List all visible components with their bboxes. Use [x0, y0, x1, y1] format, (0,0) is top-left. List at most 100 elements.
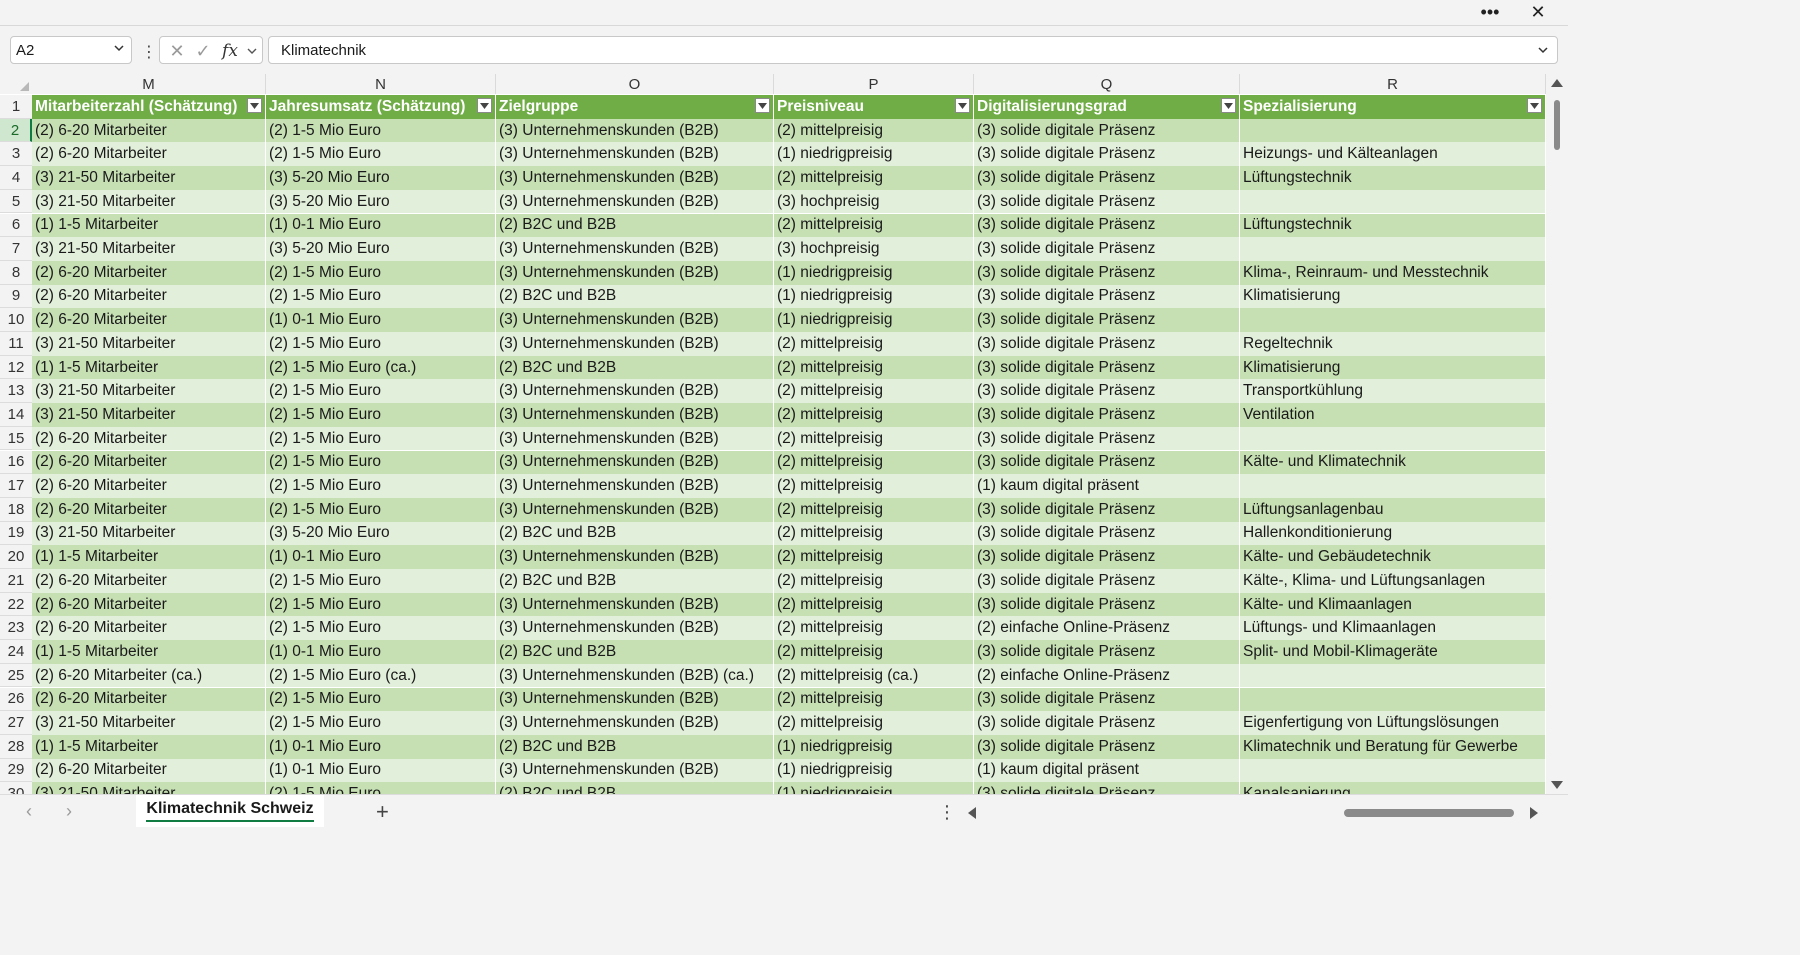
horizontal-scroll-thumb[interactable] — [1344, 809, 1514, 817]
table-cell[interactable]: (3) solide digitale Präsenz — [974, 711, 1240, 735]
row-number[interactable]: 26 — [0, 687, 32, 712]
row-number[interactable]: 7 — [0, 237, 32, 261]
table-cell[interactable]: (3) solide digitale Präsenz — [974, 450, 1240, 475]
table-cell[interactable]: (1) 0-1 Mio Euro — [266, 545, 496, 569]
filter-dropdown-icon[interactable] — [477, 98, 492, 113]
table-cell[interactable]: (2) B2C und B2B — [496, 521, 774, 546]
table-cell[interactable]: (3) Unternehmenskunden (B2B) — [496, 379, 774, 404]
table-cell[interactable]: (2) mittelpreisig — [774, 213, 974, 238]
row-number[interactable]: 23 — [0, 616, 32, 641]
table-cell[interactable]: (2) mittelpreisig — [774, 426, 974, 451]
table-cell[interactable]: (2) mittelpreisig — [774, 450, 974, 475]
row-number[interactable]: 30 — [0, 782, 32, 794]
table-cell[interactable]: (3) Unternehmenskunden (B2B) — [496, 426, 774, 451]
table-cell[interactable]: (2) 1-5 Mio Euro — [266, 332, 496, 356]
table-cell[interactable]: (2) mittelpreisig — [774, 355, 974, 380]
table-cell[interactable]: (2) mittelpreisig — [774, 640, 974, 664]
table-cell[interactable]: (3) 21-50 Mitarbeiter — [32, 237, 266, 261]
table-cell[interactable]: Kälte- und Klimaanlagen — [1240, 592, 1546, 617]
table-cell[interactable]: (2) mittelpreisig — [774, 497, 974, 522]
table-cell[interactable]: (2) mittelpreisig — [774, 166, 974, 190]
sheet-options-icon[interactable]: ⋮ — [938, 802, 956, 823]
table-cell[interactable]: (1) 0-1 Mio Euro — [266, 758, 496, 783]
filter-dropdown-icon[interactable] — [955, 98, 970, 113]
table-cell[interactable]: (2) 6-20 Mitarbeiter — [32, 118, 266, 143]
table-cell[interactable]: (2) mittelpreisig — [774, 474, 974, 498]
table-cell[interactable]: (1) kaum digital präsent — [974, 758, 1240, 783]
table-cell[interactable]: (1) 1-5 Mitarbeiter — [32, 355, 266, 380]
table-cell[interactable]: Kälte- und Klimatechnik — [1240, 450, 1546, 475]
header-cell[interactable]: Jahresumsatz (Schätzung) — [266, 95, 496, 119]
table-cell[interactable]: (3) solide digitale Präsenz — [974, 308, 1240, 332]
table-cell[interactable]: (1) 0-1 Mio Euro — [266, 308, 496, 332]
row-number[interactable]: 3 — [0, 142, 32, 167]
row-number[interactable]: 2 — [0, 118, 32, 143]
close-icon[interactable]: ✕ — [1518, 0, 1558, 24]
row-number[interactable]: 29 — [0, 758, 32, 783]
filter-dropdown-icon[interactable] — [755, 98, 770, 113]
table-cell[interactable]: (1) niedrigpreisig — [774, 284, 974, 309]
table-cell[interactable]: Kälte- und Gebäudetechnik — [1240, 545, 1546, 569]
table-cell[interactable]: (3) Unternehmenskunden (B2B) — [496, 592, 774, 617]
table-cell[interactable]: (3) Unternehmenskunden (B2B) — [496, 166, 774, 190]
row-number[interactable]: 27 — [0, 711, 32, 735]
table-cell[interactable]: (2) 1-5 Mio Euro (ca.) — [266, 355, 496, 380]
table-cell[interactable]: (2) mittelpreisig — [774, 711, 974, 735]
table-cell[interactable]: Lüftungs- und Klimaanlagen — [1240, 616, 1546, 641]
filter-dropdown-icon[interactable] — [247, 98, 262, 113]
row-number[interactable]: 20 — [0, 545, 32, 569]
table-cell[interactable]: (1) niedrigpreisig — [774, 782, 974, 794]
table-cell[interactable]: (2) 1-5 Mio Euro — [266, 474, 496, 498]
table-cell[interactable]: (3) solide digitale Präsenz — [974, 545, 1240, 569]
table-cell[interactable] — [1240, 687, 1546, 712]
scroll-down-icon[interactable] — [1551, 781, 1563, 789]
table-cell[interactable] — [1240, 663, 1546, 688]
more-options-icon[interactable]: ••• — [1470, 0, 1510, 24]
table-cell[interactable]: (3) solide digitale Präsenz — [974, 569, 1240, 593]
table-cell[interactable]: (3) solide digitale Präsenz — [974, 332, 1240, 356]
table-cell[interactable]: Heizungs- und Kälteanlagen — [1240, 142, 1546, 167]
table-cell[interactable]: (1) 1-5 Mitarbeiter — [32, 734, 266, 759]
table-cell[interactable]: (3) solide digitale Präsenz — [974, 118, 1240, 143]
row-number[interactable]: 19 — [0, 521, 32, 546]
horizontal-scrollbar[interactable] — [968, 805, 1544, 821]
table-cell[interactable]: Klimatisierung — [1240, 284, 1546, 309]
table-cell[interactable]: Kälte-, Klima- und Lüftungsanlagen — [1240, 569, 1546, 593]
table-cell[interactable]: (2) mittelpreisig — [774, 403, 974, 427]
row-number[interactable]: 28 — [0, 734, 32, 759]
table-cell[interactable]: (2) mittelpreisig (ca.) — [774, 663, 974, 688]
table-cell[interactable]: (2) 6-20 Mitarbeiter — [32, 687, 266, 712]
table-cell[interactable]: (2) 1-5 Mio Euro — [266, 284, 496, 309]
table-cell[interactable]: (2) B2C und B2B — [496, 782, 774, 794]
table-cell[interactable]: (2) 1-5 Mio Euro — [266, 118, 496, 143]
row-number[interactable]: 14 — [0, 403, 32, 427]
table-cell[interactable]: Klimatechnik und Beratung für Gewerbe — [1240, 734, 1546, 759]
table-cell[interactable]: (3) Unternehmenskunden (B2B) — [496, 711, 774, 735]
table-cell[interactable]: (3) 5-20 Mio Euro — [266, 237, 496, 261]
table-cell[interactable]: (1) 0-1 Mio Euro — [266, 640, 496, 664]
table-cell[interactable]: (3) Unternehmenskunden (B2B) — [496, 118, 774, 143]
table-cell[interactable]: (3) 21-50 Mitarbeiter — [32, 521, 266, 546]
table-cell[interactable]: (2) 1-5 Mio Euro — [266, 711, 496, 735]
table-cell[interactable] — [1240, 758, 1546, 783]
table-cell[interactable]: (2) mittelpreisig — [774, 379, 974, 404]
table-cell[interactable]: (2) 1-5 Mio Euro — [266, 782, 496, 794]
table-cell[interactable]: Hallenkonditionierung — [1240, 521, 1546, 546]
table-cell[interactable]: (1) 1-5 Mitarbeiter — [32, 213, 266, 238]
table-cell[interactable]: Ventilation — [1240, 403, 1546, 427]
formula-bar-grip-icon[interactable]: ⋮ — [141, 42, 157, 62]
scroll-up-icon[interactable] — [1551, 79, 1563, 87]
table-cell[interactable]: (3) solide digitale Präsenz — [974, 521, 1240, 546]
column-header[interactable]: M — [32, 74, 266, 94]
table-cell[interactable]: (3) solide digitale Präsenz — [974, 379, 1240, 404]
spreadsheet-grid[interactable]: MNOPQR 1 Mitarbeiterzahl (Schätzung) Jahre… — [0, 74, 1546, 794]
table-cell[interactable]: (2) 6-20 Mitarbeiter — [32, 758, 266, 783]
row-number[interactable]: 15 — [0, 426, 32, 451]
table-cell[interactable] — [1240, 118, 1546, 143]
table-cell[interactable]: (2) 6-20 Mitarbeiter — [32, 592, 266, 617]
table-cell[interactable]: (3) Unternehmenskunden (B2B) — [496, 189, 774, 214]
table-cell[interactable]: (2) mittelpreisig — [774, 521, 974, 546]
table-cell[interactable]: (3) hochpreisig — [774, 189, 974, 214]
row-number[interactable]: 22 — [0, 592, 32, 617]
enter-icon[interactable]: ✓ — [192, 41, 214, 61]
